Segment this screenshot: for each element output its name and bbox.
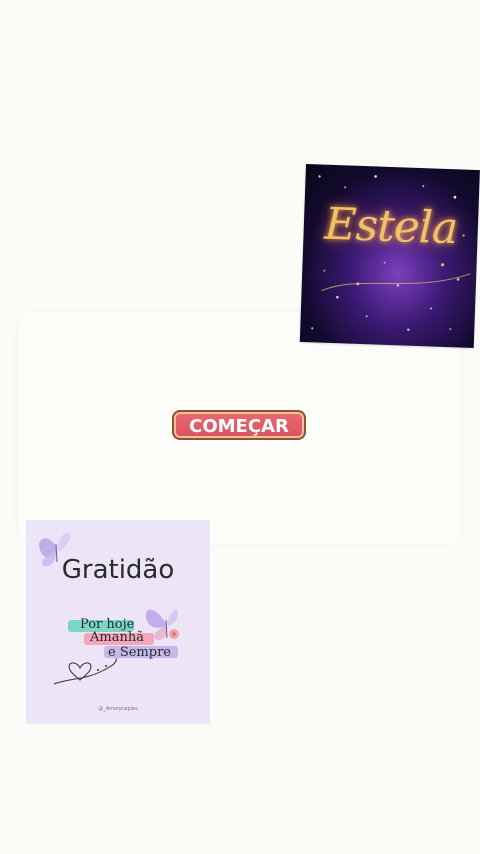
gratidao-line-2: Amanhã [90, 630, 144, 645]
estela-title: Estela [323, 198, 459, 255]
gratidao-title: Gratidão [61, 555, 175, 585]
heart-icon [53, 657, 117, 685]
gratidao-card: Gratidão Por hoje Amanhã e Sempre @_Amor… [26, 520, 210, 724]
estela-card: Estela [299, 164, 480, 348]
gratidao-line-3: e Sempre [108, 645, 171, 660]
start-button[interactable]: COMEÇAR [172, 410, 306, 440]
credit-handle: @_Amorprapies [98, 706, 138, 712]
sparkles-icon [311, 175, 471, 331]
